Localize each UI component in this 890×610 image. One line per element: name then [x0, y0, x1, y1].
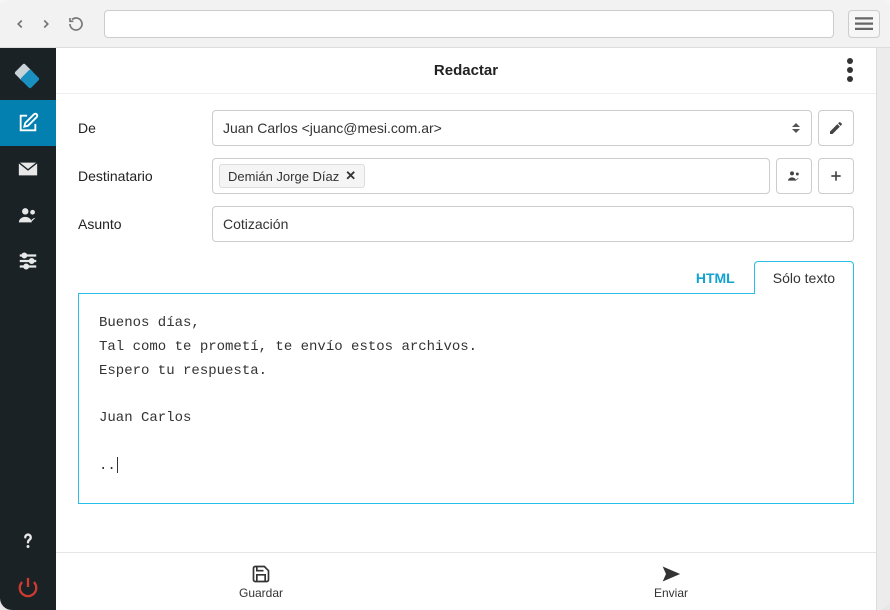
edit-identities-button[interactable]: [818, 110, 854, 146]
to-row: Destinatario Demián Jorge Díaz ✕: [78, 158, 854, 194]
to-input[interactable]: Demián Jorge Díaz ✕: [212, 158, 770, 194]
subject-label: Asunto: [78, 216, 198, 232]
save-button[interactable]: Guardar: [56, 553, 466, 610]
users-icon: [17, 204, 39, 226]
browser-toolbar: [0, 0, 890, 48]
from-row: De Juan Carlos <juanc@mesi.com.ar>: [78, 110, 854, 146]
sidebar-contacts[interactable]: [0, 192, 56, 238]
scrollbar[interactable]: [876, 48, 890, 610]
subject-field[interactable]: [223, 216, 843, 232]
tab-plaintext[interactable]: Sólo texto: [754, 261, 854, 294]
more-menu-button[interactable]: [838, 58, 862, 82]
sidebar: [0, 48, 56, 610]
envelope-icon: [17, 158, 39, 180]
text-caret: [117, 457, 118, 473]
content-wrap: Redactar De Juan Carlos <juanc@mesi.com.…: [56, 48, 890, 610]
cube-icon: [17, 66, 39, 88]
sidebar-mail[interactable]: [0, 146, 56, 192]
sidebar-compose[interactable]: [0, 100, 56, 146]
footer-toolbar: Guardar Enviar: [56, 552, 876, 610]
send-button[interactable]: Enviar: [466, 553, 876, 610]
power-icon: [17, 576, 39, 598]
from-label: De: [78, 120, 198, 136]
tab-html[interactable]: HTML: [677, 261, 754, 294]
pencil-icon: [828, 120, 844, 136]
to-label: Destinatario: [78, 168, 198, 184]
sliders-icon: [17, 250, 39, 272]
compose-icon: [17, 112, 39, 134]
save-icon: [251, 564, 271, 584]
app-body: Redactar De Juan Carlos <juanc@mesi.com.…: [0, 48, 890, 610]
page-header: Redactar: [56, 48, 876, 94]
page-title: Redactar: [434, 62, 498, 79]
message-body[interactable]: Buenos días, Tal como te prometí, te env…: [78, 294, 854, 504]
address-bar[interactable]: [104, 10, 834, 38]
send-icon: [661, 564, 681, 584]
back-button[interactable]: [10, 10, 30, 38]
editor-tabs: HTML Sólo texto: [78, 260, 854, 294]
reload-button[interactable]: [62, 10, 90, 38]
forward-button[interactable]: [36, 10, 56, 38]
save-label: Guardar: [239, 586, 283, 600]
body-text: Buenos días, Tal como te prometí, te env…: [99, 315, 477, 474]
remove-chip-icon[interactable]: ✕: [345, 168, 356, 184]
question-icon: [17, 530, 39, 552]
sidebar-logo[interactable]: [0, 54, 56, 100]
subject-row: Asunto: [78, 206, 854, 242]
sidebar-settings[interactable]: [0, 238, 56, 284]
recipient-chip[interactable]: Demián Jorge Díaz ✕: [219, 164, 365, 188]
sidebar-help[interactable]: [0, 518, 56, 564]
plus-icon: [828, 168, 844, 184]
from-value: Juan Carlos <juanc@mesi.com.ar>: [223, 120, 442, 136]
add-recipient-button[interactable]: [818, 158, 854, 194]
pick-contact-button[interactable]: [776, 158, 812, 194]
subject-input[interactable]: [212, 206, 854, 242]
compose-form: De Juan Carlos <juanc@mesi.com.ar> Desti…: [56, 94, 876, 552]
chevron-updown-icon: [791, 123, 801, 133]
sidebar-logout[interactable]: [0, 564, 56, 610]
from-select[interactable]: Juan Carlos <juanc@mesi.com.ar>: [212, 110, 812, 146]
app-window: Redactar De Juan Carlos <juanc@mesi.com.…: [0, 0, 890, 610]
main-panel: Redactar De Juan Carlos <juanc@mesi.com.…: [56, 48, 876, 610]
editor-region: HTML Sólo texto Buenos días, Tal como te…: [78, 254, 854, 504]
contacts-icon: [786, 168, 802, 184]
browser-menu-button[interactable]: [848, 10, 880, 38]
send-label: Enviar: [654, 586, 688, 600]
recipient-name: Demián Jorge Díaz: [228, 169, 339, 184]
